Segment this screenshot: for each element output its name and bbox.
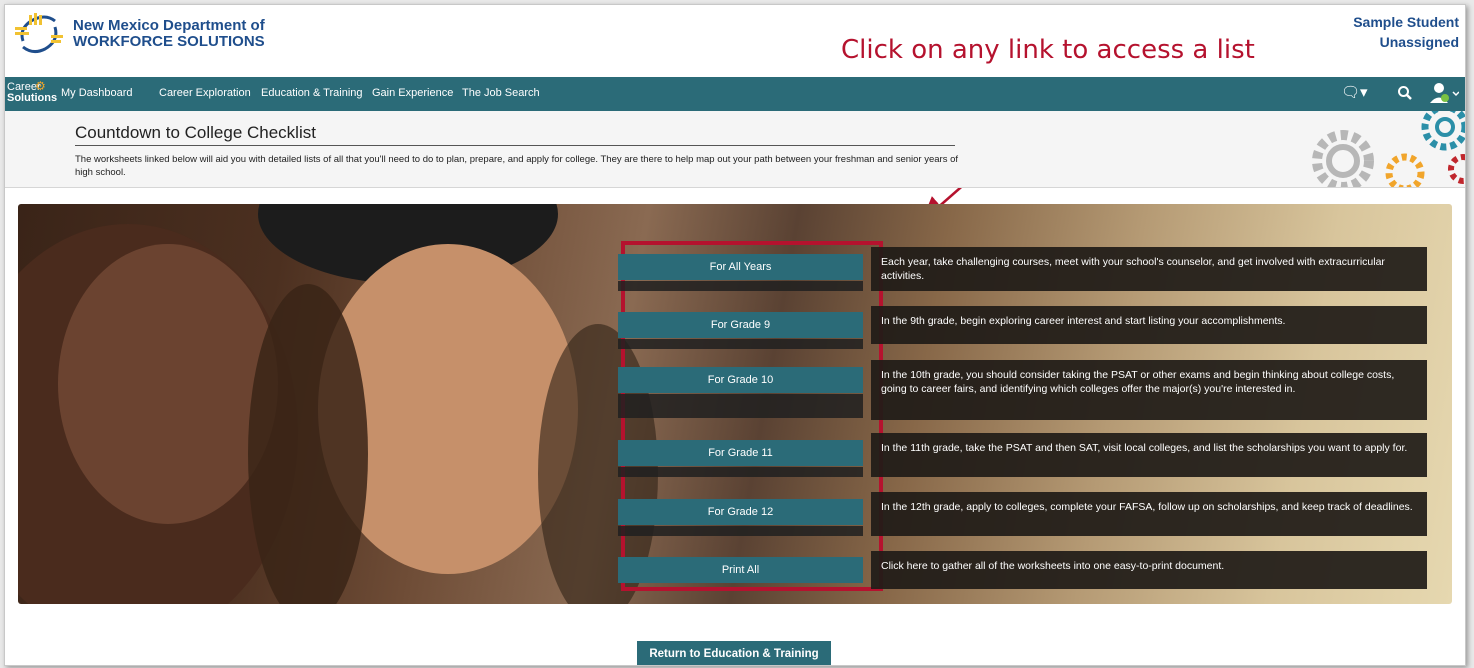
- button-underbar: [618, 394, 863, 418]
- for-all-years-button[interactable]: For All Years: [618, 254, 863, 280]
- for-grade-11-button[interactable]: For Grade 11: [618, 440, 863, 466]
- hero-face-left: [58, 244, 278, 524]
- hero-hair: [248, 284, 368, 604]
- gear-icon: ⚙: [35, 79, 46, 93]
- page-title: Countdown to College Checklist: [75, 123, 316, 142]
- brand-line2: Solutions: [7, 92, 58, 104]
- chat-icon[interactable]: 🗨▾: [1341, 83, 1368, 101]
- page-description: The worksheets linked below will aid you…: [75, 154, 959, 178]
- nav-my-dashboard[interactable]: My Dashboard: [61, 87, 133, 99]
- for-grade-10-button[interactable]: For Grade 10: [618, 367, 863, 393]
- button-underbar: [618, 339, 863, 349]
- for-grade-10-description: In the 10th grade, you should consider t…: [871, 360, 1427, 420]
- search-icon[interactable]: [1397, 85, 1413, 101]
- nav-career-exploration[interactable]: Career Exploration: [159, 87, 251, 99]
- gears-illustration: [1312, 111, 1465, 187]
- for-grade-9-button[interactable]: For Grade 9: [618, 312, 863, 338]
- button-underbar: [618, 526, 863, 536]
- career-solutions-logo[interactable]: Career Solutions: [7, 82, 57, 104]
- for-all-years-description: Each year, take challenging courses, mee…: [871, 247, 1427, 291]
- user-icon[interactable]: [1429, 81, 1459, 105]
- nav-gain-experience[interactable]: Gain Experience: [372, 87, 453, 99]
- nav-education-training[interactable]: Education & Training: [261, 87, 363, 99]
- page-header: Countdown to College Checklist The works…: [5, 111, 1465, 188]
- top-nav: Career Solutions ⚙ My Dashboard Career E…: [5, 77, 1465, 111]
- title-divider: [75, 145, 955, 146]
- button-underbar: [618, 467, 863, 477]
- button-underbar: [618, 281, 863, 291]
- app-window: New Mexico Department of WORKFORCE SOLUT…: [4, 4, 1466, 666]
- return-to-education-button[interactable]: Return to Education & Training: [637, 641, 831, 665]
- print-all-description: Click here to gather all of the workshee…: [871, 551, 1427, 589]
- for-grade-12-button[interactable]: For Grade 12: [618, 499, 863, 525]
- print-all-button[interactable]: Print All: [618, 557, 863, 583]
- nav-job-search[interactable]: The Job Search: [462, 87, 540, 99]
- for-grade-12-description: In the 12th grade, apply to colleges, co…: [871, 492, 1427, 536]
- for-grade-9-description: In the 9th grade, begin exploring career…: [871, 306, 1427, 344]
- for-grade-11-description: In the 11th grade, take the PSAT and the…: [871, 433, 1427, 477]
